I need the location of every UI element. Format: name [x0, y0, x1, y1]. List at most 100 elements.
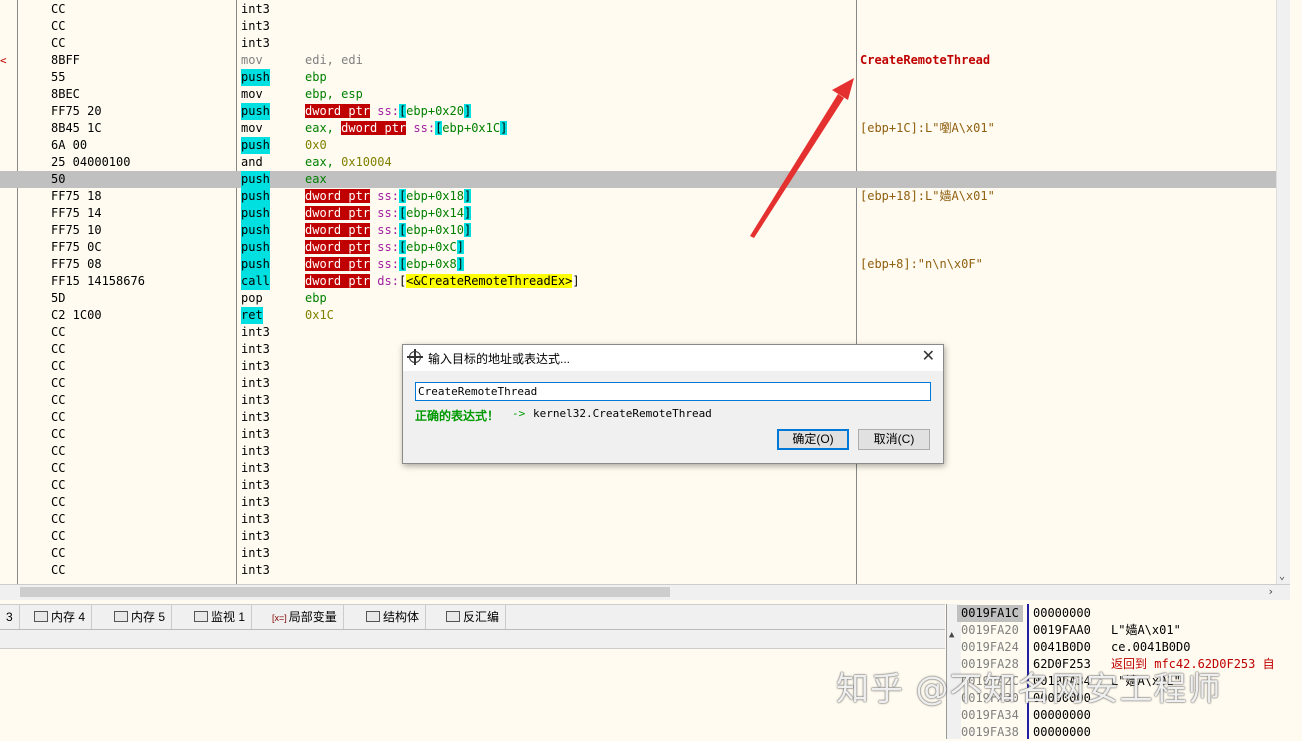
disasm-row[interactable]: <8BFF mov edi, edi CreateRemoteThread [0, 52, 1276, 69]
memory-dump-panel[interactable] [0, 629, 945, 740]
disasm-row[interactable]: 6A 00 push 0x0 [0, 137, 1276, 154]
disasm-row[interactable]: 25 04000100 and eax, 0x10004 [0, 154, 1276, 171]
disasm-row[interactable]: CC int3 [0, 545, 1276, 562]
tab-1[interactable]: 内存 4 [28, 605, 93, 629]
operands: dword ptr ss:[ebp+0x20] [305, 103, 472, 120]
disasm-row[interactable]: CC int3 [0, 562, 1276, 579]
disasm-row[interactable]: CC int3 [0, 511, 1276, 528]
tab-4[interactable]: [x=] 局部变量 [266, 605, 344, 629]
disasm-row[interactable]: 8BEC mov ebp, esp [0, 86, 1276, 103]
disasm-row[interactable]: FF75 08 push dword ptr ss:[ebp+0x8] [ebp+8]… [0, 256, 1276, 273]
instruction-bytes: CC [51, 19, 66, 33]
instruction-bytes: FF75 20 [51, 104, 102, 118]
mnemonic: push [241, 205, 270, 222]
disassembly-vertical-scrollbar[interactable]: ⌄ [1276, 0, 1291, 584]
disasm-row[interactable]: CC int3 [0, 494, 1276, 511]
operand-token: dword ptr [305, 240, 371, 254]
tab-3[interactable]: 监视 1 [188, 605, 253, 629]
disasm-row[interactable]: 8B45 1C mov eax, dword ptr ss:[ebp+0x1C] [e… [0, 120, 1276, 137]
disasm-row[interactable]: 50 push eax [0, 171, 1276, 188]
stack-address: 0019FA1C [957, 605, 1023, 622]
disasm-row[interactable]: CC int3 [0, 1, 1276, 18]
dump-header [0, 630, 945, 649]
disasm-row[interactable]: FF75 0C push dword ptr ss:[ebp+0xC] [0, 239, 1276, 256]
operands: dword ptr ds:[<&CreateRemoteThreadEx>] [305, 273, 580, 290]
operand-token: ] [463, 223, 472, 237]
disasm-row[interactable]: CC int3 [0, 324, 1276, 341]
scroll-thumb[interactable] [20, 587, 670, 597]
instruction-bytes: CC [51, 444, 66, 458]
tab-label: 局部变量 [288, 610, 337, 624]
disasm-row[interactable]: C2 1C00 ret 0x1C [0, 307, 1276, 324]
instruction-bytes: CC [51, 563, 66, 577]
mnemonic: int3 [241, 546, 270, 560]
instruction-bytes: CC [51, 410, 66, 424]
scroll-down-icon[interactable]: ⌄ [1279, 571, 1285, 582]
stack-row[interactable]: 0019FA20 0019FAA0 L"嫱A\x01" [947, 622, 1302, 639]
comment: CreateRemoteThread [860, 53, 991, 67]
mnemonic: int3 [241, 563, 270, 577]
disasm-row[interactable]: FF15 14158676 call dword ptr ds:[<&CreateR… [0, 273, 1276, 290]
disasm-row[interactable]: CC int3 [0, 528, 1276, 545]
disasm-row[interactable]: CC int3 [0, 477, 1276, 494]
operand-token: edi, edi [305, 53, 363, 67]
operands: edi, edi [305, 52, 363, 69]
disassembly-view[interactable]: CC int3 CC int3 CC int3 <8BFF mov edi, edi Create… [0, 0, 1290, 584]
mnemonic: int3 [241, 376, 270, 390]
mnemonic: int3 [241, 359, 270, 373]
scroll-right-icon[interactable]: › [1267, 585, 1274, 598]
mnemonic: int3 [241, 325, 270, 339]
tab-2[interactable]: 内存 5 [108, 605, 173, 629]
operand-token: ebp+0xC [406, 240, 457, 254]
mnemonic: pop [241, 291, 263, 305]
operands: ebp [305, 290, 327, 307]
operand-token: ss: [370, 223, 399, 237]
ok-button[interactable]: 确定(O) [777, 429, 849, 450]
disassembly-horizontal-scrollbar[interactable]: › [0, 584, 1290, 600]
disasm-row[interactable]: CC int3 [0, 35, 1276, 52]
instruction-bytes: FF75 18 [51, 189, 102, 203]
mnemonic: mov [241, 53, 263, 67]
disasm-row[interactable]: FF75 10 push dword ptr ss:[ebp+0x10] [0, 222, 1276, 239]
instruction-bytes: 50 [51, 172, 66, 186]
mnemonic: int3 [241, 495, 270, 509]
operands: eax, dword ptr ss:[ebp+0x1C] [305, 120, 508, 137]
tab-6[interactable]: 反汇编 [440, 605, 507, 629]
mnemonic: push [241, 171, 270, 188]
disasm-row[interactable]: FF75 14 push dword ptr ss:[ebp+0x14] [0, 205, 1276, 222]
tab-label: 3 [6, 610, 13, 624]
disasm-row[interactable]: FF75 18 push dword ptr ss:[ebp+0x18] [ebp+1… [0, 188, 1276, 205]
operand-token: eax, [305, 121, 342, 135]
disasm-row[interactable]: 5D pop ebp [0, 290, 1276, 307]
tab-5[interactable]: 结构体 [360, 605, 427, 629]
comment: [ebp+8]:"n\n\x0F" [860, 257, 983, 271]
mnemonic: push [241, 103, 270, 120]
comment: [ebp+18]:L"嫱A\x01" [860, 189, 995, 203]
instruction-bytes: CC [51, 546, 66, 560]
operands: ebp [305, 69, 327, 86]
expression-input[interactable]: CreateRemoteThread [415, 382, 931, 401]
operands: dword ptr ss:[ebp+0x10] [305, 222, 472, 239]
operand-token: ss: [370, 189, 399, 203]
operand-token: dword ptr [305, 206, 371, 220]
tab-label: 内存 5 [131, 610, 166, 624]
disasm-row[interactable]: 55 push ebp [0, 69, 1276, 86]
operand-token: ebp, esp [305, 87, 363, 101]
mnemonic: call [241, 273, 270, 290]
row-marker: < [0, 54, 7, 67]
disasm-row[interactable]: CC int3 [0, 18, 1276, 35]
operand-token: <&CreateRemoteThreadEx> [406, 274, 573, 288]
cancel-button[interactable]: 取消(C) [858, 429, 930, 450]
operand-token: ebp+0x18 [406, 189, 464, 203]
operand-token: dword ptr [305, 189, 371, 203]
tab-0[interactable]: 3 [0, 605, 20, 629]
dialog-title: 输入目标的地址或表达式... [428, 352, 571, 366]
stack-row[interactable]: 0019FA38 00000000 [947, 724, 1302, 741]
instruction-bytes: 8B45 1C [51, 121, 102, 135]
close-icon[interactable]: ✕ [922, 348, 935, 366]
stack-row[interactable]: 0019FA1C 00000000 [947, 605, 1302, 622]
operand-token: ] [456, 257, 464, 271]
disasm-row[interactable]: FF75 20 push dword ptr ss:[ebp+0x20] [0, 103, 1276, 120]
stack-row[interactable]: 0019FA24 0041B0D0 ce.0041B0D0 [947, 639, 1302, 656]
operand-token: ebp+0x10 [406, 223, 464, 237]
